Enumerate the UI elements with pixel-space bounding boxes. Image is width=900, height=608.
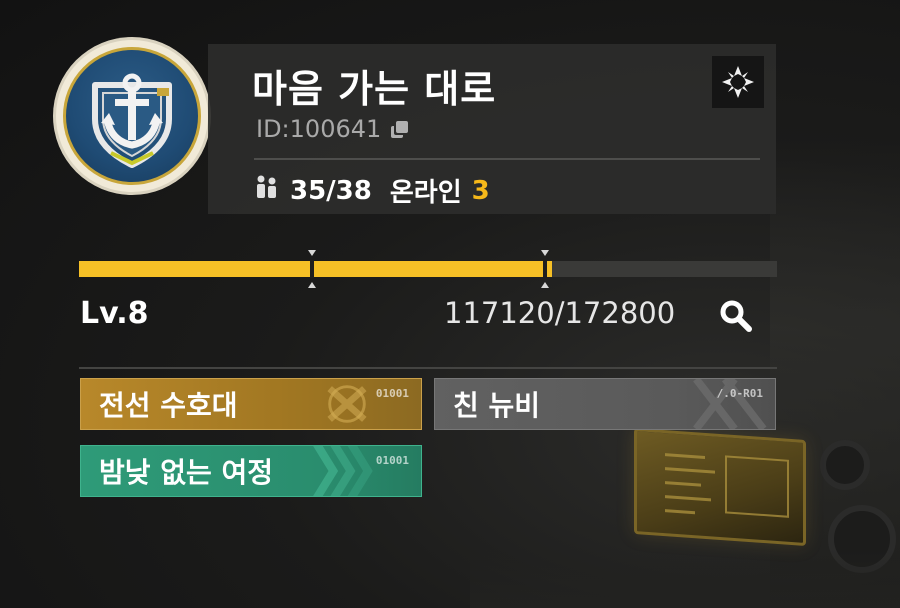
members-count-text: 35/38 xyxy=(290,175,372,206)
search-icon xyxy=(720,300,752,332)
crosshair-button[interactable] xyxy=(712,56,764,108)
guild-level: Lv.8 xyxy=(80,296,149,331)
tag-endless-journey[interactable]: 밤낮 없는 여정 01001 xyxy=(80,445,422,497)
xp-progress-bar xyxy=(79,250,777,288)
guild-name: 마음 가는 대로 xyxy=(252,67,497,111)
online-count: 3 xyxy=(471,175,490,206)
tag-label: 밤낮 없는 여정 xyxy=(99,456,274,489)
member-count: 35/38 온라인 3 xyxy=(254,172,490,209)
tag-code: 01001 xyxy=(375,387,409,400)
crossed-swords-icon xyxy=(327,385,367,423)
members-icon xyxy=(254,174,280,207)
tag-label: 친 뉴비 xyxy=(453,389,541,422)
guild-emblem[interactable] xyxy=(56,40,208,192)
tag-frontline-guardian[interactable]: 전선 수호대 01001 xyxy=(80,378,422,430)
guild-id: ID:100641 xyxy=(256,115,409,143)
search-button[interactable] xyxy=(716,296,756,336)
background-wheel xyxy=(828,505,896,573)
tag-newbie-friendly[interactable]: 친 뉴비 /.0-R01 xyxy=(434,378,776,430)
xp-milestone-marker xyxy=(541,250,549,288)
tag-code: 01001 xyxy=(375,454,409,467)
copy-icon[interactable] xyxy=(391,120,409,138)
background-monitor xyxy=(634,427,806,547)
guild-id-value: 100641 xyxy=(289,115,382,143)
crosshair-icon xyxy=(722,66,754,98)
background-wheel xyxy=(820,440,870,490)
online-label: 온라인 xyxy=(389,178,462,208)
tag-code: /.0-R01 xyxy=(716,387,763,400)
tag-label: 전선 수호대 xyxy=(99,389,238,422)
xp-milestone-marker xyxy=(308,250,316,288)
anchor-shield-emblem-icon xyxy=(63,47,201,185)
guild-info-card: 마음 가는 대로 ID:100641 35/38 온라인 3 xyxy=(208,44,776,214)
divider xyxy=(254,158,760,160)
section-divider xyxy=(79,367,777,369)
guild-id-label: ID: xyxy=(256,115,290,143)
xp-text: 117120/172800 xyxy=(444,296,676,330)
